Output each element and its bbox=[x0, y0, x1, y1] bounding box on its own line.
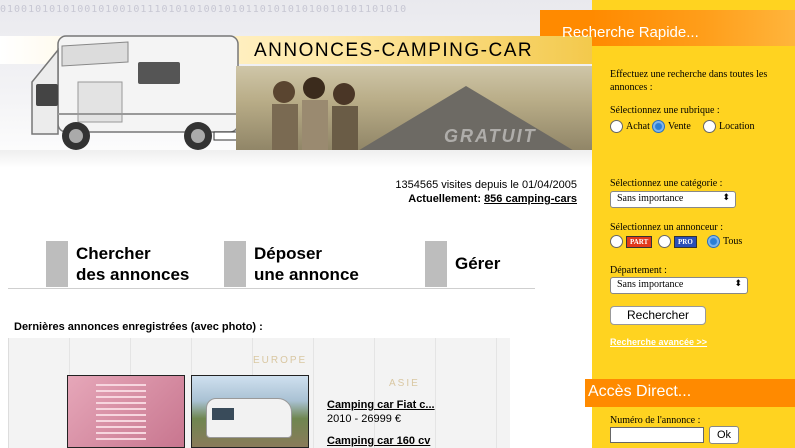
nav-bar-marker bbox=[46, 241, 68, 287]
ok-button[interactable]: Ok bbox=[709, 426, 739, 444]
rubrique-option-location[interactable]: Location bbox=[703, 120, 755, 133]
ad-title[interactable]: Camping car Fiat c... bbox=[327, 398, 435, 412]
people-image bbox=[272, 77, 358, 152]
gratuit-overlay: GRATUIT bbox=[444, 126, 537, 146]
map-zone-label: EUROPE bbox=[253, 355, 308, 366]
quick-search-intro: Effectuez une recherche dans toutes les … bbox=[610, 69, 768, 93]
category-select[interactable]: Sans importance ⬍ bbox=[610, 191, 736, 208]
map-zone-label: ASIE bbox=[389, 378, 420, 389]
quick-search-header: Recherche Rapide... bbox=[562, 10, 795, 46]
pro-badge: PRO bbox=[674, 235, 697, 248]
camping-cars-link[interactable]: 856 camping-cars bbox=[484, 193, 577, 205]
radio-button[interactable] bbox=[610, 120, 623, 133]
banner-photo: GRATUIT bbox=[236, 66, 592, 152]
quick-search-title: Recherche Rapide... bbox=[562, 24, 699, 41]
advertiser-option-pro[interactable]: PRO bbox=[658, 235, 697, 248]
nav-bar-marker bbox=[224, 241, 246, 287]
nav-divider bbox=[8, 288, 535, 289]
department-label: Département : bbox=[610, 265, 667, 276]
nav-post-label: Déposer une annonce bbox=[254, 244, 359, 284]
latest-ads-panel: EUROPE ASIE Camping car Fiat c... 2010 -… bbox=[8, 338, 510, 448]
advertiser-option-tous[interactable]: Tous bbox=[707, 235, 742, 248]
document-image bbox=[96, 384, 146, 444]
rubrique-option-achat[interactable]: Achat bbox=[610, 120, 650, 133]
banner-ground bbox=[0, 150, 592, 168]
department-select[interactable]: Sans importance ⬍ bbox=[610, 277, 748, 294]
current-label: Actuellement: bbox=[408, 193, 481, 205]
select-arrow-icon: ⬍ bbox=[734, 278, 742, 288]
radio-button[interactable] bbox=[703, 120, 716, 133]
nav-bar-marker bbox=[425, 241, 447, 287]
quick-search-panel: Recherche Rapide... Effectuez une recher… bbox=[540, 0, 795, 448]
ad-thumbnail[interactable] bbox=[67, 375, 185, 448]
rubrique-option-vente[interactable]: Vente bbox=[652, 120, 691, 133]
current-count: Actuellement: 856 camping-cars bbox=[395, 192, 577, 206]
nav-search-label: Chercher des annonces bbox=[76, 244, 190, 284]
visit-count: 1354565 visites depuis le 01/04/2005 bbox=[395, 179, 577, 191]
visit-stats: 1354565 visites depuis le 01/04/2005 Act… bbox=[395, 178, 577, 206]
header-banner: 0100101010100101001011101010100101011010… bbox=[0, 0, 592, 168]
camper-van-illustration bbox=[31, 35, 239, 150]
ad-thumbnail[interactable] bbox=[191, 375, 309, 448]
ad-listing[interactable]: Camping car Fiat c... 2010 - 26999 € bbox=[327, 398, 435, 426]
rubrique-label: Sélectionnez une rubrique : bbox=[610, 105, 720, 116]
ad-listing[interactable]: Camping car 160 cv bbox=[327, 434, 430, 448]
category-label: Sélectionnez une catégorie : bbox=[610, 178, 723, 189]
site-title: ANNONCES-CAMPING-CAR bbox=[254, 40, 534, 61]
ad-title[interactable]: Camping car 160 cv bbox=[327, 434, 430, 448]
radio-button[interactable] bbox=[610, 235, 623, 248]
radio-button[interactable] bbox=[658, 235, 671, 248]
radio-button[interactable] bbox=[652, 120, 665, 133]
ad-number-input[interactable] bbox=[610, 427, 704, 443]
select-arrow-icon: ⬍ bbox=[722, 192, 730, 202]
latest-ads-title: Dernières annonces enregistrées (avec ph… bbox=[14, 321, 263, 333]
binary-decoration: 0100101010100101001011101010100101011010… bbox=[0, 4, 408, 15]
part-badge: PART bbox=[626, 235, 653, 248]
advanced-search-link[interactable]: Recherche avancée >> bbox=[610, 337, 707, 347]
nav-manage-label: Gérer bbox=[455, 254, 501, 273]
ad-number-label: Numéro de l'annonce : bbox=[610, 415, 701, 426]
direct-access-title: Accès Direct... bbox=[588, 383, 692, 400]
radio-button[interactable] bbox=[707, 235, 720, 248]
advertiser-label: Sélectionnez un annonceur : bbox=[610, 222, 724, 233]
direct-access-header: Accès Direct... bbox=[588, 379, 795, 407]
advertiser-option-part[interactable]: PART bbox=[610, 235, 653, 248]
search-button[interactable]: Rechercher bbox=[610, 306, 706, 325]
ad-detail: 2010 - 26999 € bbox=[327, 413, 402, 425]
camper-windshield bbox=[212, 408, 234, 420]
